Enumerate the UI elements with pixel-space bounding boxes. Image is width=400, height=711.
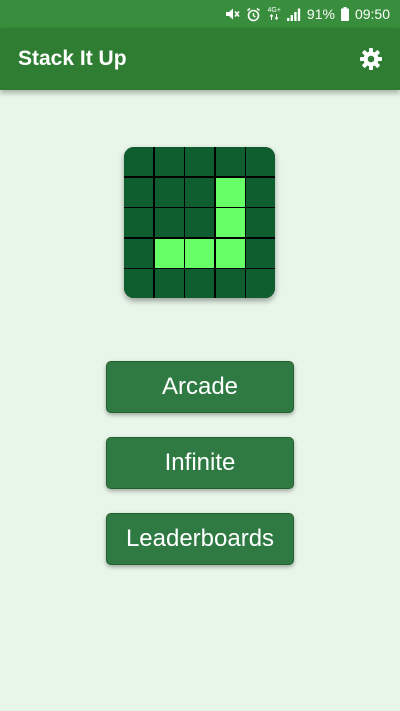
signal-icon xyxy=(286,8,301,21)
arcade-button[interactable]: Arcade xyxy=(106,361,294,413)
logo-block-lit xyxy=(185,238,214,268)
logo-block xyxy=(154,147,184,176)
logo-block xyxy=(185,269,214,298)
mute-icon xyxy=(225,7,241,21)
alarm-icon xyxy=(246,7,261,22)
main-menu: Arcade Infinite Leaderboards xyxy=(106,361,294,589)
logo-block xyxy=(215,269,245,298)
logo-block xyxy=(185,208,214,237)
logo-block xyxy=(124,177,153,207)
logo-block-lit xyxy=(154,238,184,268)
logo-block xyxy=(124,147,153,176)
status-bar: 4G+ 91% 09:50 xyxy=(0,0,400,28)
logo-block xyxy=(246,147,275,176)
logo-block xyxy=(154,208,184,237)
logo-block xyxy=(124,238,153,268)
logo-block-lit xyxy=(215,208,245,237)
logo-block xyxy=(185,147,214,176)
clock-time: 09:50 xyxy=(354,6,390,22)
logo-block xyxy=(124,208,153,237)
infinite-button[interactable]: Infinite xyxy=(106,437,294,489)
network-type-label: 4G+ xyxy=(267,6,281,22)
logo-block xyxy=(215,147,245,176)
logo-block xyxy=(124,269,153,298)
battery-percent: 91% xyxy=(306,6,335,22)
app-logo xyxy=(124,147,275,298)
settings-button[interactable] xyxy=(358,46,384,72)
app-title: Stack It Up xyxy=(18,47,127,70)
leaderboards-button[interactable]: Leaderboards xyxy=(106,513,294,565)
logo-block xyxy=(246,208,275,237)
gear-icon[interactable] xyxy=(359,47,383,71)
battery-icon xyxy=(340,7,349,21)
logo-block xyxy=(154,269,184,298)
logo-block-lit xyxy=(215,177,245,207)
logo-block xyxy=(246,269,275,298)
logo-block xyxy=(185,177,214,207)
app-bar: Stack It Up xyxy=(0,28,400,90)
network-label: 4G+ xyxy=(267,6,281,14)
logo-block-lit xyxy=(215,238,245,268)
logo-block xyxy=(246,238,275,268)
logo-block xyxy=(246,177,275,207)
logo-block xyxy=(154,177,184,207)
